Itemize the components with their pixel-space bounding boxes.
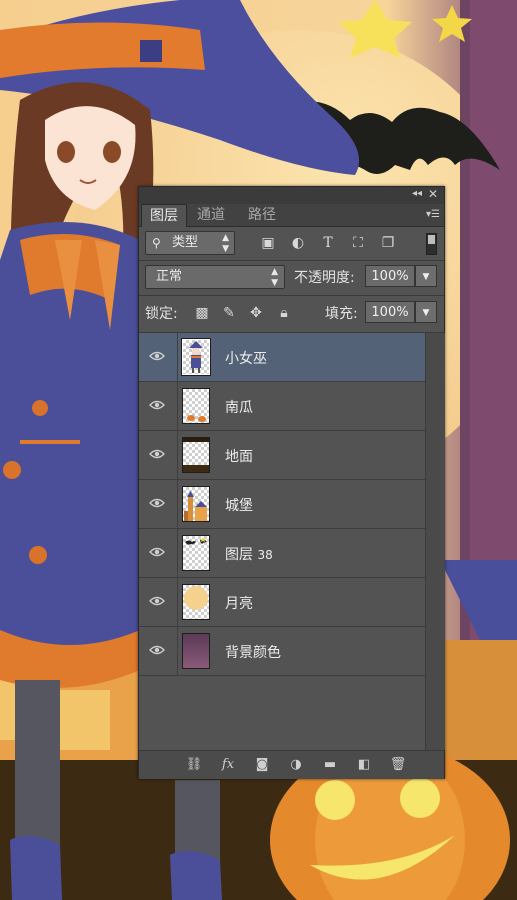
castle-thumbnail-icon [182, 486, 210, 522]
new-layer-icon[interactable]: ◧ [355, 756, 373, 774]
blend-mode-select[interactable]: 正常 ▲ ▼ [145, 265, 285, 289]
divider [177, 627, 178, 675]
eye-icon[interactable] [149, 448, 165, 460]
layer-row[interactable]: 图层 38 [139, 529, 425, 578]
blend-mode-value: 正常 [156, 269, 183, 284]
witch-thumbnail-icon [181, 338, 211, 376]
lock-label: 锁定: [145, 306, 178, 322]
layer-name[interactable]: 图层 38 [225, 544, 273, 564]
delete-layer-icon[interactable]: 🗑︎ [389, 756, 407, 774]
new-group-icon[interactable]: ▬ [321, 756, 339, 774]
spinner-icon: ▲ ▼ [271, 267, 278, 288]
shape-layer-filter-icon[interactable]: ⛶ [349, 234, 367, 252]
divider [177, 578, 178, 626]
filter-toggle[interactable] [426, 233, 437, 255]
lock-all-icon[interactable]: 🔒︎ [276, 305, 292, 321]
layer-list: 小女巫 南瓜 地面 城堡 图层 38 月亮 背景颜色 [139, 333, 425, 679]
divider [177, 431, 178, 479]
lock-row: 锁定: ▩ ✎ ✥ 🔒︎ 填充: 100% ▼ [139, 299, 444, 329]
layer-number: 38 [257, 548, 273, 562]
panel-titlebar[interactable]: ◂◂ ✕ [139, 187, 444, 204]
close-icon[interactable]: ✕ [428, 187, 438, 201]
eye-icon[interactable] [149, 497, 165, 509]
opacity-input[interactable]: 100% [365, 265, 415, 287]
layer-row[interactable]: 城堡 [139, 480, 425, 529]
opacity-dropdown-button[interactable]: ▼ [415, 265, 437, 287]
opacity-label: 不透明度: [294, 270, 355, 286]
layer-row[interactable]: 地面 [139, 431, 425, 480]
tab-layers[interactable]: 图层 [141, 204, 187, 227]
bat-thumbnail-icon [182, 535, 210, 571]
link-layers-icon[interactable]: ⛓ [185, 756, 203, 774]
divider [177, 382, 178, 430]
eye-icon[interactable] [149, 399, 165, 411]
filter-row: ⚲ 类型 ▲ ▼ ▣ ◐ T ⛶ ❐ [139, 228, 444, 260]
type-layer-filter-icon[interactable]: T [319, 234, 337, 252]
eye-icon[interactable] [149, 595, 165, 607]
tab-channels[interactable]: 通道 [189, 204, 233, 226]
new-fill-adjustment-icon[interactable]: ◑ [287, 756, 305, 774]
fill-dropdown-button[interactable]: ▼ [415, 301, 437, 323]
tab-paths[interactable]: 路径 [240, 204, 284, 226]
eye-icon[interactable] [149, 546, 165, 558]
layer-row[interactable]: 南瓜 [139, 382, 425, 431]
lock-image-pixels-icon[interactable]: ✎ [221, 305, 237, 321]
layer-name[interactable]: 地面 [225, 446, 253, 466]
panel-bottom-toolbar: ⛓ fx ◙ ◑ ▬ ◧ 🗑︎ [139, 750, 444, 779]
gradient-thumbnail-icon [182, 633, 210, 669]
collapse-icon[interactable]: ◂◂ [412, 188, 422, 199]
layer-list-empty-area[interactable] [139, 679, 425, 750]
pumpkin-thumbnail-icon [182, 388, 210, 424]
eye-icon[interactable] [149, 350, 165, 362]
layer-list-scrollbar[interactable] [425, 333, 445, 750]
divider [177, 529, 178, 577]
divider [177, 480, 178, 528]
divider [139, 295, 444, 296]
pixel-layer-filter-icon[interactable]: ▣ [259, 234, 277, 252]
filter-type-label: 类型 [172, 235, 199, 250]
layer-name[interactable]: 月亮 [225, 593, 253, 613]
layer-name[interactable]: 城堡 [225, 495, 253, 515]
layer-row[interactable]: 月亮 [139, 578, 425, 627]
layer-name[interactable]: 南瓜 [225, 397, 253, 417]
layer-row[interactable]: 小女巫 [139, 333, 425, 382]
lock-position-icon[interactable]: ✥ [248, 305, 264, 321]
layer-style-icon[interactable]: fx [219, 756, 237, 774]
layer-name-text: 图层 [225, 547, 253, 563]
ground-thumbnail-icon [182, 437, 210, 473]
layer-row[interactable]: 背景颜色 [139, 627, 425, 676]
adjustment-layer-filter-icon[interactable]: ◐ [289, 234, 307, 252]
panel-tabs: 图层 通道 路径 ▾☰ [139, 204, 444, 227]
add-mask-icon[interactable]: ◙ [253, 756, 271, 774]
blend-row: 正常 ▲ ▼ 不透明度: 100% ▼ [139, 263, 444, 295]
panel-menu-icon[interactable]: ▾☰ [426, 209, 440, 220]
divider [139, 260, 444, 261]
eye-icon[interactable] [149, 644, 165, 656]
fill-input[interactable]: 100% [365, 301, 415, 323]
layer-name[interactable]: 背景颜色 [225, 642, 281, 662]
lock-transparent-pixels-icon[interactable]: ▩ [194, 305, 210, 321]
fill-label: 填充: [325, 306, 358, 322]
layers-panel: ◂◂ ✕ 图层 通道 路径 ▾☰ ⚲ 类型 ▲ ▼ ▣ ◐ T ⛶ ❐ 正常 ▲ ▼… [138, 186, 445, 779]
smart-object-filter-icon[interactable]: ❐ [379, 234, 397, 252]
filter-type-select[interactable]: ⚲ 类型 ▲ ▼ [145, 231, 235, 255]
divider [177, 333, 178, 381]
spinner-icon: ▲ ▼ [222, 233, 229, 254]
search-icon: ⚲ [152, 236, 161, 250]
layer-name[interactable]: 小女巫 [225, 348, 267, 368]
moon-thumbnail-icon [182, 584, 210, 620]
